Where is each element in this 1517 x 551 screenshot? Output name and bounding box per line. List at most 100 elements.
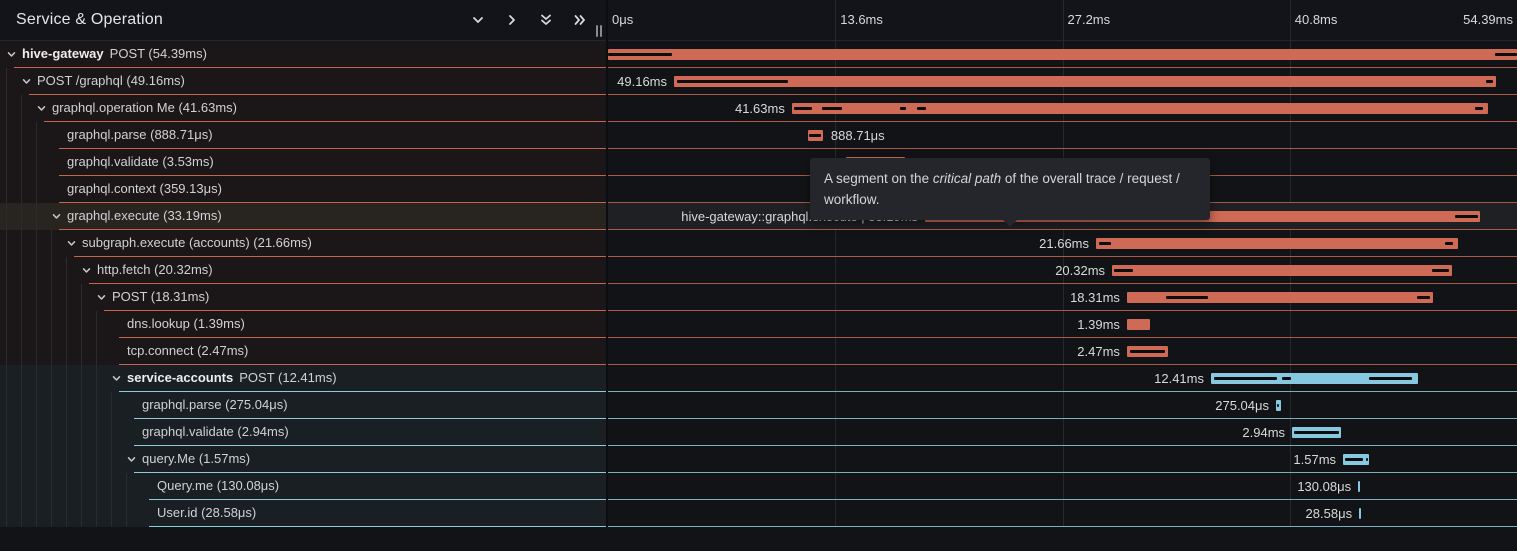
span-timeline-row[interactable]: 1.39ms	[608, 311, 1517, 338]
row-divider	[608, 121, 1517, 122]
collapse-one-button[interactable]	[466, 8, 490, 32]
chevron-down-icon	[470, 12, 486, 28]
span-duration-label: 21.66ms	[1039, 230, 1089, 257]
span-timeline-row[interactable]: 1.57ms	[608, 446, 1517, 473]
span-tree-row[interactable]: POST /graphql (49.16ms)	[0, 68, 606, 95]
span-timeline-row[interactable]: 888.71μs	[608, 122, 1517, 149]
critical-path-segment	[1432, 269, 1449, 272]
span-duration-bar[interactable]	[674, 76, 1496, 87]
indent-guide	[96, 419, 97, 446]
span-tree-row[interactable]: graphql.context (359.13μs)	[0, 176, 606, 203]
collapse-chevron-icon[interactable]	[21, 76, 32, 87]
span-name-label: graphql.validate (2.94ms)	[142, 419, 289, 445]
indent-guide	[36, 122, 37, 149]
row-divider	[608, 445, 1517, 446]
indent-guide	[36, 338, 37, 365]
span-duration-bar[interactable]	[1096, 238, 1458, 249]
timeline-rows: 49.16ms41.63ms888.71μs3.53ms359.13μshive…	[608, 41, 1517, 527]
span-tree-row[interactable]: User.id (28.58μs)	[0, 500, 606, 527]
span-timeline-row[interactable]: 130.08μs	[608, 473, 1517, 500]
span-timeline-row[interactable]: 2.47ms	[608, 338, 1517, 365]
row-divider	[608, 499, 1517, 500]
span-timeline-row[interactable]: 2.94ms	[608, 419, 1517, 446]
span-timeline-row[interactable]: 12.41ms	[608, 365, 1517, 392]
tooltip-text-em: critical path	[933, 171, 1001, 186]
indent-guide	[66, 338, 67, 365]
indent-guide	[6, 284, 7, 311]
span-tree-row[interactable]: query.Me (1.57ms)	[0, 446, 606, 473]
span-tree-row[interactable]: service-accountsPOST (12.41ms)	[0, 365, 606, 392]
chevron-right-icon	[504, 12, 520, 28]
tree-controls	[466, 8, 592, 32]
indent-guide	[96, 365, 97, 392]
span-duration-label: 888.71μs	[831, 122, 885, 149]
span-timeline-row[interactable]: 41.63ms	[608, 95, 1517, 122]
collapse-chevron-icon[interactable]	[126, 454, 137, 465]
span-tree-row[interactable]: hive-gatewayPOST (54.39ms)	[0, 41, 606, 68]
span-tree-row[interactable]: POST (18.31ms)	[0, 284, 606, 311]
span-name-label: graphql.operation Me (41.63ms)	[52, 95, 237, 121]
service-name: hive-gateway	[22, 46, 104, 61]
critical-path-segment	[1114, 269, 1132, 272]
row-divider	[119, 391, 606, 392]
collapse-chevron-icon[interactable]	[51, 211, 62, 222]
collapse-chevron-icon[interactable]	[36, 103, 47, 114]
indent-guide	[111, 473, 112, 500]
panel-resize-grip[interactable]	[596, 25, 604, 37]
span-timeline-row[interactable]: 18.31ms	[608, 284, 1517, 311]
indent-guide	[111, 419, 112, 446]
span-duration-bar[interactable]	[1358, 481, 1360, 492]
span-timeline-row[interactable]: 21.66ms	[608, 230, 1517, 257]
span-duration-label: 28.58μs	[1306, 500, 1353, 527]
span-tree-row[interactable]: graphql.execute (33.19ms)	[0, 203, 606, 230]
time-axis-tick-label: 40.8ms	[1295, 12, 1338, 27]
span-duration-bar[interactable]	[1112, 265, 1452, 276]
critical-path-tooltip: A segment on the critical path of the ov…	[810, 158, 1210, 220]
span-timeline-row[interactable]: 28.58μs	[608, 500, 1517, 527]
indent-guide	[21, 365, 22, 392]
span-timeline-row[interactable]	[608, 41, 1517, 68]
collapse-all-button[interactable]	[534, 8, 558, 32]
span-timeline-row[interactable]: 20.32ms	[608, 257, 1517, 284]
span-tree-row[interactable]: graphql.parse (888.71μs)	[0, 122, 606, 149]
span-duration-bar[interactable]	[1127, 319, 1150, 330]
span-tree-row[interactable]: graphql.validate (2.94ms)	[0, 419, 606, 446]
span-timeline-row[interactable]: 275.04μs	[608, 392, 1517, 419]
critical-path-segment	[1445, 242, 1453, 245]
span-tree-row[interactable]: Query.me (130.08μs)	[0, 473, 606, 500]
span-name-label: graphql.context (359.13μs)	[67, 176, 222, 202]
expand-all-button[interactable]	[568, 8, 592, 32]
span-timeline-row[interactable]: 49.16ms	[608, 68, 1517, 95]
span-tree-row[interactable]: subgraph.execute (accounts) (21.66ms)	[0, 230, 606, 257]
row-divider	[608, 472, 1517, 473]
critical-path-segment	[1475, 107, 1483, 110]
expand-one-button[interactable]	[500, 8, 524, 32]
row-divider	[59, 202, 606, 203]
double-chevron-down-icon	[538, 12, 554, 28]
span-duration-bar[interactable]	[1359, 508, 1361, 519]
span-tree-row[interactable]: graphql.validate (3.53ms)	[0, 149, 606, 176]
span-tree-row[interactable]: graphql.operation Me (41.63ms)	[0, 95, 606, 122]
span-duration-label: 2.47ms	[1077, 338, 1120, 365]
row-divider	[608, 526, 1517, 527]
span-duration-label: 12.41ms	[1154, 365, 1204, 392]
span-tree-row[interactable]: tcp.connect (2.47ms)	[0, 338, 606, 365]
critical-path-segment	[1417, 296, 1430, 299]
indent-guide	[81, 284, 82, 311]
span-duration-bar[interactable]	[608, 49, 1517, 60]
tooltip-text-before: A segment on the	[824, 171, 933, 186]
collapse-chevron-icon[interactable]	[66, 238, 77, 249]
indent-guide	[66, 365, 67, 392]
indent-guide	[6, 392, 7, 419]
collapse-chevron-icon[interactable]	[6, 49, 17, 60]
span-duration-bar[interactable]	[792, 103, 1488, 114]
span-tree-row[interactable]: dns.lookup (1.39ms)	[0, 311, 606, 338]
collapse-chevron-icon[interactable]	[96, 292, 107, 303]
collapse-chevron-icon[interactable]	[111, 373, 122, 384]
collapse-chevron-icon[interactable]	[81, 265, 92, 276]
indent-guide	[6, 176, 7, 203]
span-tree-row[interactable]: graphql.parse (275.04μs)	[0, 392, 606, 419]
indent-guide	[21, 446, 22, 473]
span-tree-row[interactable]: http.fetch (20.32ms)	[0, 257, 606, 284]
tree-rows: hive-gatewayPOST (54.39ms)POST /graphql …	[0, 41, 606, 527]
